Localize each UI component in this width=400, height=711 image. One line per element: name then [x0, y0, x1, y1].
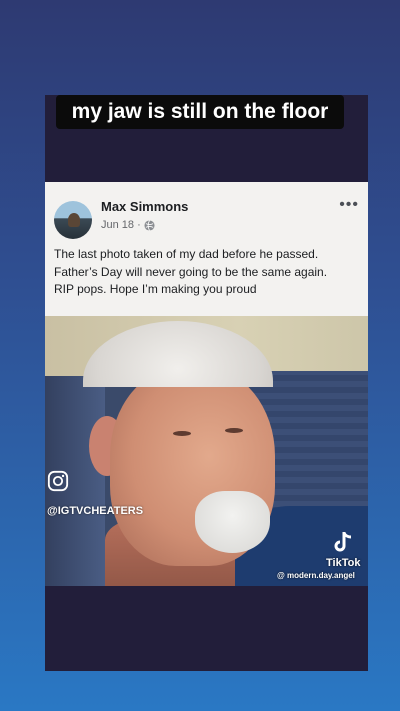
- tiktok-handle: @ modern.day.angel: [277, 571, 355, 580]
- avatar[interactable]: [54, 201, 92, 239]
- story-caption: my jaw is still on the floor: [56, 95, 344, 129]
- post-text-line: The last photo taken of my dad before he…: [54, 247, 319, 261]
- post-text: The last photo taken of my dad before he…: [54, 246, 359, 299]
- post-text-line: RIP pops. Hope I’m making you proud: [54, 282, 257, 296]
- facebook-post-card: Max Simmons Jun 18 · ••• The last photo …: [45, 182, 368, 316]
- tiktok-label: TikTok: [326, 557, 361, 569]
- tiktok-icon: [334, 532, 352, 552]
- poster-name[interactable]: Max Simmons: [101, 199, 188, 214]
- more-options-icon[interactable]: •••: [339, 196, 359, 214]
- post-date[interactable]: Jun 18 ·: [101, 219, 141, 231]
- post-text-line: Father’s Day will never going to be the …: [54, 264, 328, 279]
- instagram-icon: [47, 470, 69, 492]
- globe-icon: [144, 219, 155, 231]
- instagram-handle: @IGTVCHEATERS: [47, 505, 144, 517]
- post-photo: [45, 316, 368, 586]
- post-meta: Jun 18 ·: [101, 219, 155, 231]
